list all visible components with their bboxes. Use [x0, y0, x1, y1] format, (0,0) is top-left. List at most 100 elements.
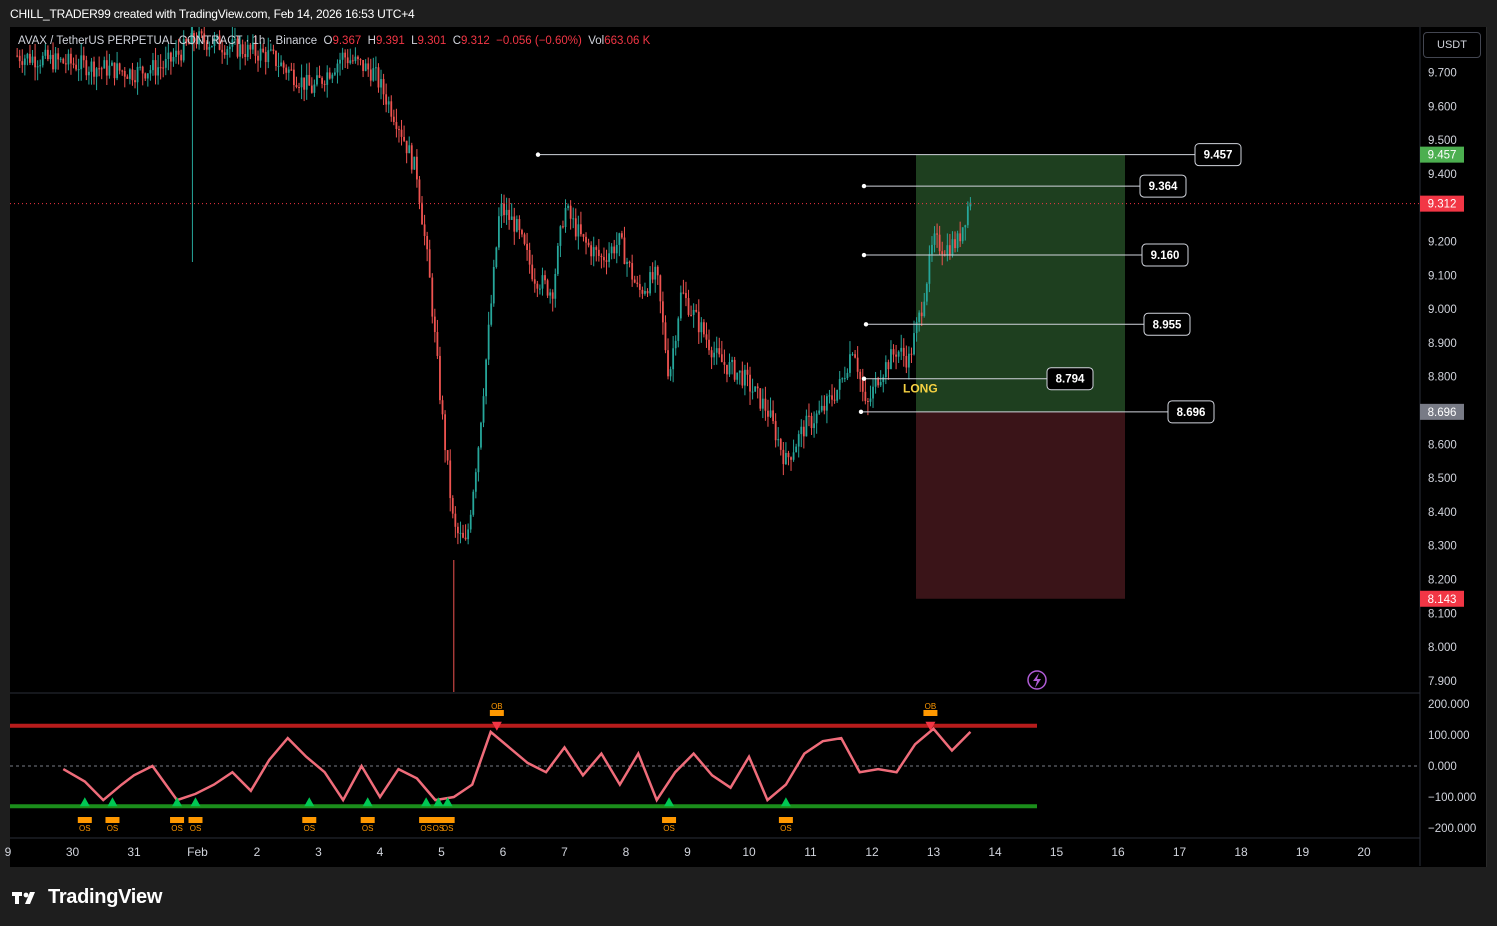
candle-body: [890, 349, 892, 370]
price-tick: 8.100: [1428, 608, 1457, 620]
candle-body: [416, 156, 418, 180]
candle-body: [672, 348, 675, 370]
candle-body: [357, 56, 359, 60]
candle-body: [651, 272, 654, 280]
candle-body: [510, 216, 513, 220]
candle-body: [62, 58, 65, 64]
candle-body: [305, 74, 308, 90]
oscillator-pane: 200.000 100.000 0.000 −100.000 −200.000 OS OS O…: [10, 699, 1476, 835]
oscillator-tick: 100.000: [1428, 730, 1470, 742]
candle-body: [200, 31, 203, 34]
candle-body: [459, 532, 462, 534]
volume-label: Vol: [588, 35, 605, 47]
candle-body: [318, 75, 321, 78]
candle-body: [492, 266, 495, 304]
candle-body: [913, 333, 915, 355]
candle-body: [674, 340, 677, 349]
candle-body: [892, 349, 895, 355]
price-tick: 8.200: [1428, 575, 1457, 587]
candle-body: [664, 322, 667, 351]
candle-body: [269, 49, 272, 51]
candle-body: [728, 362, 731, 375]
change-value: −0.056 (−0.60%): [496, 35, 582, 47]
candle-body: [849, 354, 851, 373]
candle-body: [108, 65, 111, 76]
candle-body: [398, 129, 400, 131]
candle-body: [208, 46, 211, 50]
os-label: OS: [303, 824, 315, 833]
candle-body: [802, 426, 805, 437]
currency-button[interactable]: USDT: [1423, 32, 1481, 58]
candle-body: [549, 292, 552, 296]
candle-body: [959, 233, 962, 242]
candle-body: [621, 233, 623, 238]
candle-body: [490, 303, 493, 325]
candle-body: [469, 514, 472, 530]
candle-body: [933, 233, 936, 245]
candle-body: [918, 312, 921, 322]
candle-body: [539, 288, 541, 290]
candle-body: [869, 398, 872, 402]
candle-body: [546, 280, 549, 296]
candle-body: [308, 74, 311, 86]
candle-body: [464, 537, 467, 540]
candle-body: [713, 352, 716, 358]
candle-body: [515, 219, 518, 232]
buy-triangle: [304, 797, 315, 807]
candle-body: [531, 264, 534, 280]
candle-body: [477, 447, 480, 473]
candle-body: [228, 46, 231, 50]
candle-body: [21, 61, 24, 65]
chart-canvas[interactable]: LONG 9.4579.3649.1608.9558.7948.696 200.…: [0, 0, 1497, 926]
candle-body: [446, 450, 449, 461]
candle-body: [351, 60, 354, 62]
candle-body: [667, 350, 669, 377]
volume-value: 663.06 K: [604, 35, 651, 47]
candle-body: [690, 314, 692, 316]
time-tick: 16: [1111, 845, 1125, 859]
candle-body: [80, 55, 83, 70]
candle-body: [44, 49, 47, 56]
candle-body: [818, 410, 821, 414]
level-label: 9.160: [1151, 250, 1180, 262]
candle-body: [961, 227, 964, 242]
candle-body: [603, 257, 605, 261]
candle-body: [949, 245, 951, 256]
candle-body: [403, 136, 405, 141]
candle-body: [480, 422, 482, 448]
candle-body: [902, 347, 905, 356]
candle-body: [808, 415, 810, 417]
candle-body: [123, 71, 126, 77]
price-tick: 9.200: [1428, 237, 1457, 249]
candle-body: [141, 66, 144, 74]
candle-body: [854, 354, 856, 358]
candle-body: [833, 399, 836, 401]
tradingview-logo[interactable]: TradingView: [12, 886, 162, 909]
candle-body: [59, 58, 62, 60]
candle-body: [380, 79, 382, 88]
candle-body: [518, 219, 521, 231]
candle-body: [449, 460, 452, 499]
candle-body: [618, 233, 621, 245]
candle-body: [103, 60, 106, 69]
os-marker: [77, 817, 92, 823]
candle-body: [864, 391, 867, 402]
candle-body: [900, 347, 903, 352]
candle-body: [303, 77, 306, 90]
candle-body: [433, 316, 436, 333]
candle-body: [746, 369, 749, 375]
candle-body: [718, 348, 721, 355]
loss-zone: [916, 411, 1125, 599]
candle-body: [372, 68, 375, 81]
candle-body: [267, 50, 270, 63]
candle-body: [428, 249, 431, 278]
candle-body: [457, 526, 459, 534]
candle-body: [756, 386, 759, 389]
candle-body: [31, 56, 34, 63]
oscillator-tick: 0.000: [1428, 761, 1457, 773]
candle-body: [410, 145, 413, 170]
candle-body: [528, 249, 531, 265]
level-label: 8.955: [1153, 319, 1182, 331]
candle-body: [879, 382, 882, 386]
candle-body: [482, 396, 485, 423]
